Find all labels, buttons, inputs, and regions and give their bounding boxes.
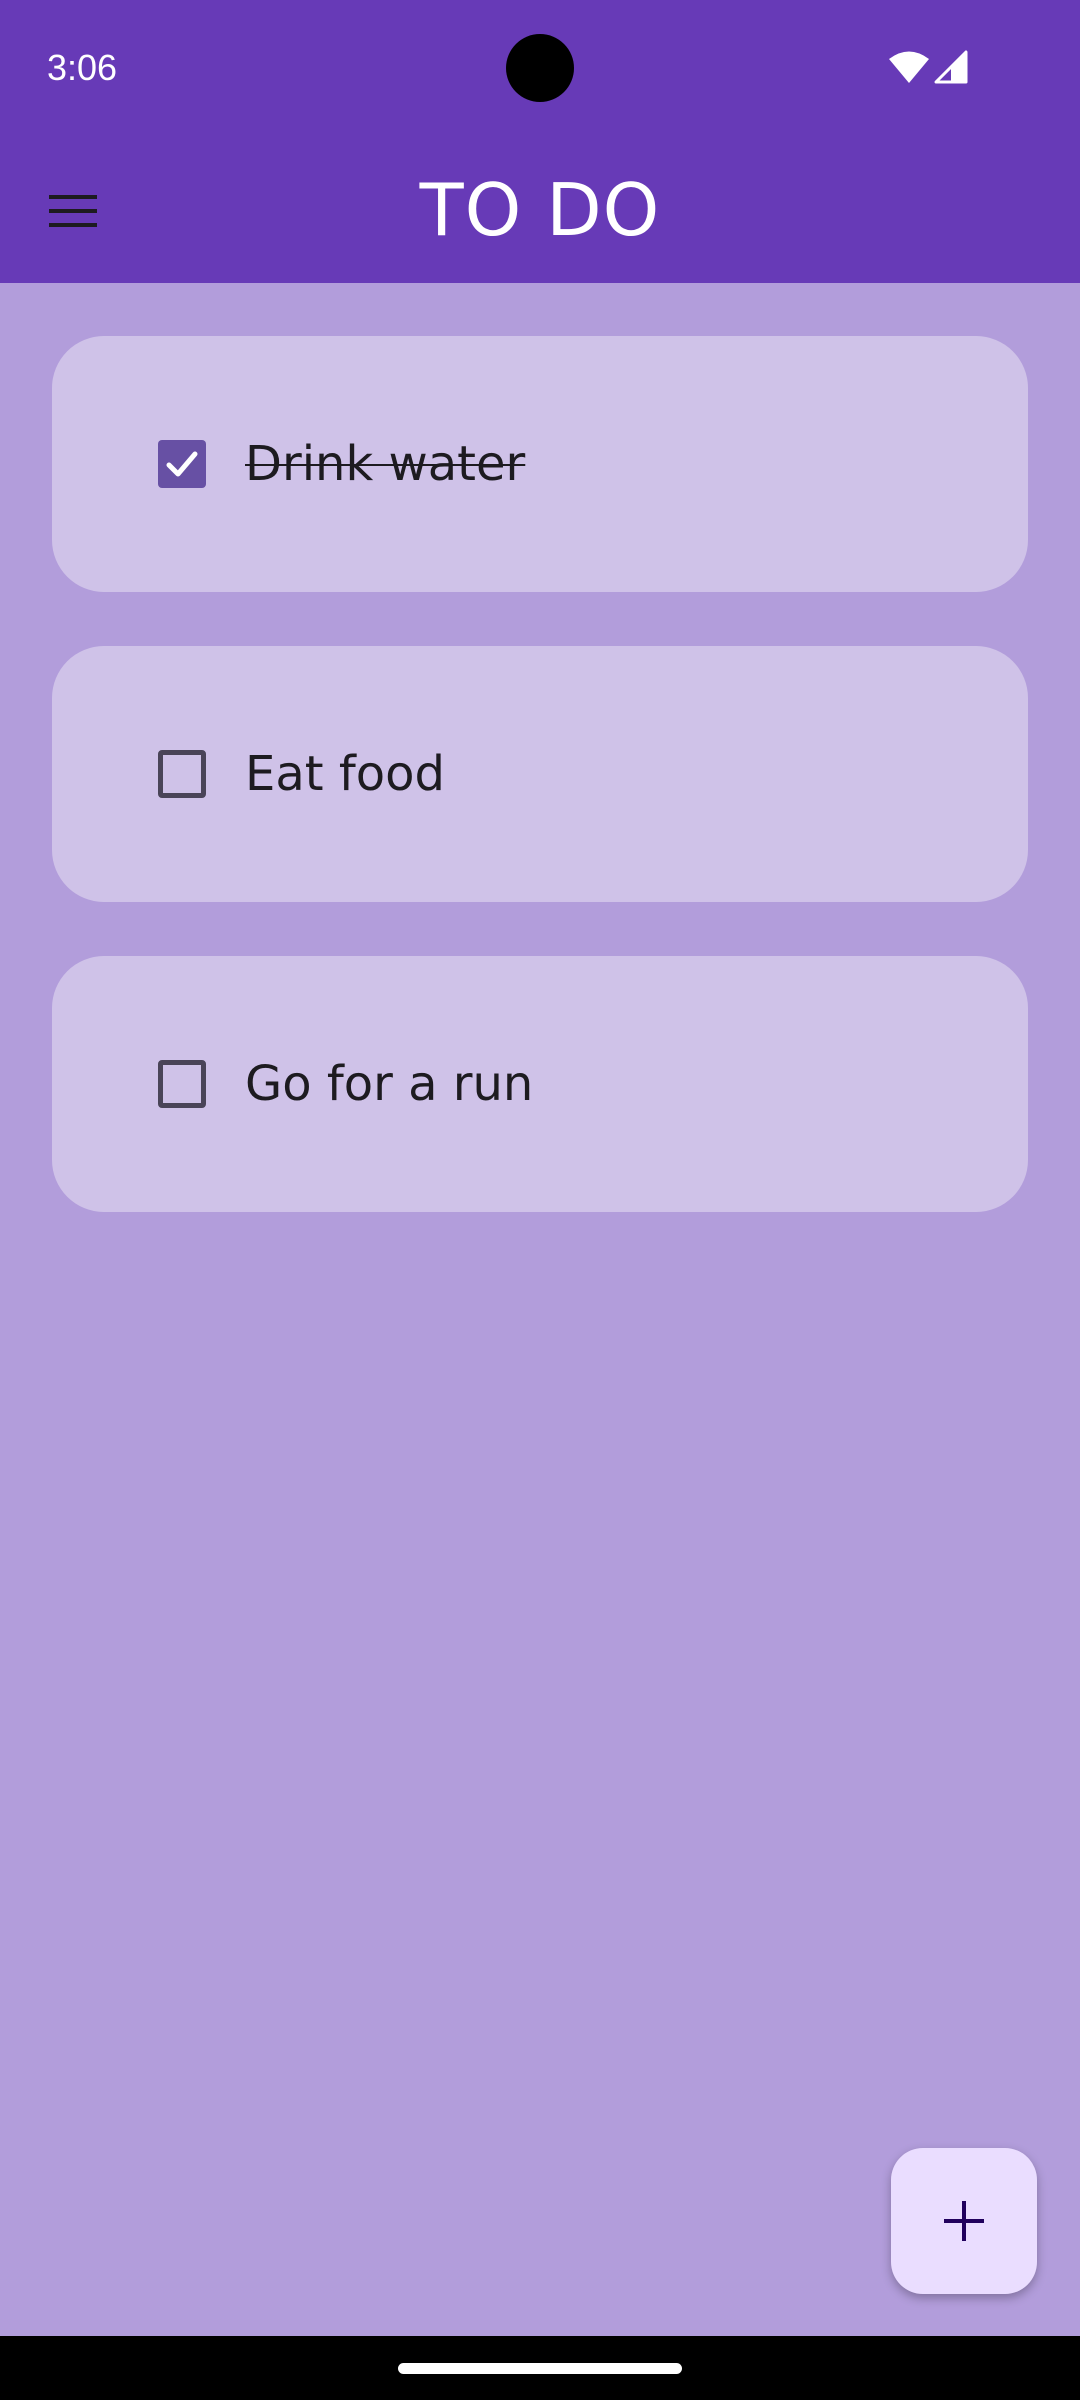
status-time: 3:06 [47, 47, 118, 88]
page-title: TO DO [419, 167, 661, 252]
plus-icon [944, 2201, 984, 2241]
task-checkbox[interactable] [158, 750, 206, 798]
camera-cutout [506, 34, 574, 102]
task-card[interactable]: Drink water [52, 336, 1028, 592]
task-checkbox-checked[interactable] [158, 440, 206, 488]
signal-icon [934, 50, 968, 84]
navigation-bar [0, 2336, 1080, 2400]
home-indicator[interactable] [398, 2363, 682, 2374]
add-task-button[interactable] [891, 2148, 1037, 2294]
task-list: Drink water Eat food Go for a run [52, 336, 1028, 1266]
task-checkbox[interactable] [158, 1060, 206, 1108]
check-icon [166, 451, 198, 477]
task-card[interactable]: Go for a run [52, 956, 1028, 1212]
task-label: Drink water [245, 436, 526, 492]
menu-button[interactable] [30, 176, 116, 246]
task-label: Eat food [245, 746, 445, 802]
task-label: Go for a run [245, 1056, 534, 1112]
menu-icon [49, 195, 97, 227]
task-card[interactable]: Eat food [52, 646, 1028, 902]
wifi-icon [889, 51, 929, 83]
app-bar: TO DO [0, 136, 1080, 283]
status-bar: 3:06 [0, 0, 1080, 136]
